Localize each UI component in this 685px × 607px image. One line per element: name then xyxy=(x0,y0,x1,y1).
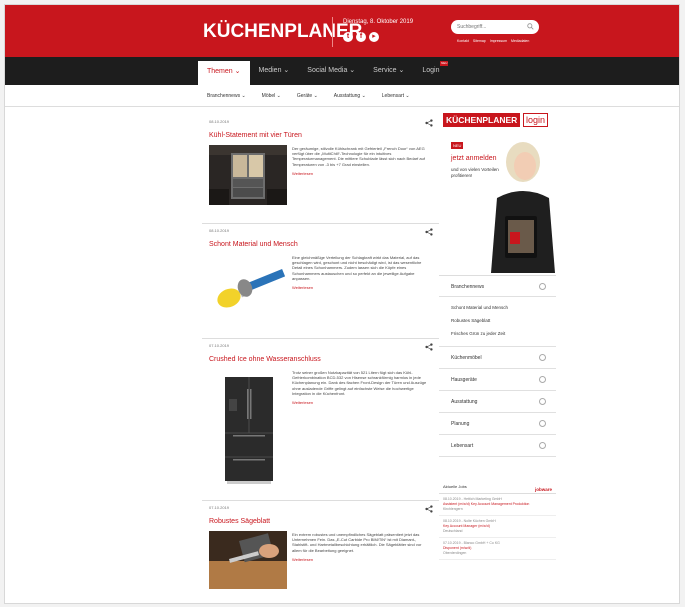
article-date: 07.10.2019 xyxy=(209,505,230,510)
article-date: 07.10.2019 xyxy=(209,343,230,348)
job-item[interactable]: 08.10.2019 - Hettich Marketing GmbH Assi… xyxy=(439,494,556,516)
article-card: 08.10.2019 Kühl-Statement mit vier Türen… xyxy=(202,115,439,224)
saw-blade-image[interactable] xyxy=(209,531,287,589)
jobware-logo[interactable]: jobware xyxy=(535,483,552,497)
subnav-item-ausstattung[interactable]: Ausstattung ⌄ xyxy=(326,85,374,107)
category-hausgeraete[interactable]: Hausgeräte xyxy=(439,369,556,391)
search-input[interactable] xyxy=(451,20,539,34)
article-list: 08.10.2019 Kühl-Statement mit vier Türen… xyxy=(202,115,439,603)
article-card: 07.10.2019 Crushed Ice ohne Wasseranschl… xyxy=(202,339,439,501)
article-title[interactable]: Schont Material und Mensch xyxy=(209,241,298,248)
mallet-image[interactable] xyxy=(209,254,287,314)
page-frame: KÜCHENPLANER Dienstag, 8. Oktober 2019 t… xyxy=(4,4,680,604)
header-links: Kontakt Sitemap Impressum Mediadaten xyxy=(457,39,529,43)
article-card: 08.10.2019 Schont Material und Mensch Ei… xyxy=(202,224,439,339)
header-link-kontakt[interactable]: Kontakt xyxy=(457,39,469,43)
nav-item-medien[interactable]: Medien ⌄ xyxy=(250,57,299,85)
promo-subline: und von vielen Vorteilen profitieren! xyxy=(451,167,499,178)
subnav-item-branchennews[interactable]: Branchennews ⌄ xyxy=(199,85,254,107)
job-item[interactable]: 07.10.2019 - Blanco GmbH + Co KG Dispone… xyxy=(439,538,556,560)
nav-item-login[interactable]: Login NEU xyxy=(413,57,449,85)
site-header: KÜCHENPLANER Dienstag, 8. Oktober 2019 t… xyxy=(5,5,679,57)
article-title[interactable]: Crushed Ice ohne Wasseranschluss xyxy=(209,356,321,363)
nav-item-social-media[interactable]: Social Media ⌄ xyxy=(298,57,364,85)
jobs-widget: Aktuelle Jobs jobware 08.10.2019 - Hetti… xyxy=(439,480,556,560)
expand-icon[interactable] xyxy=(539,398,546,405)
twitter-icon[interactable]: t xyxy=(343,32,353,42)
share-icon[interactable] xyxy=(425,343,433,351)
category-lebensart[interactable]: Lebensart xyxy=(439,435,556,457)
expand-icon[interactable] xyxy=(539,420,546,427)
nav-item-themen[interactable]: Themen ⌄ xyxy=(198,61,250,85)
promo-logo: KÜCHENPLANER xyxy=(443,113,521,127)
subcategory-link[interactable]: Schont Material und Mensch xyxy=(439,301,556,314)
category-kuechenmoebel[interactable]: Küchenmöbel xyxy=(439,347,556,369)
article-teaser: Der geräumige, stilvolle Kühlschrank mit… xyxy=(292,146,432,176)
article-title[interactable]: Robustes Sägeblatt xyxy=(209,518,270,525)
subcategory-link[interactable]: Robustes Sägeblatt xyxy=(439,314,556,327)
subnav-item-geraete[interactable]: Geräte ⌄ xyxy=(289,85,326,107)
share-icon[interactable] xyxy=(425,119,433,127)
header-date: Dienstag, 8. Oktober 2019 xyxy=(343,19,414,25)
expand-icon[interactable] xyxy=(539,283,546,290)
expand-icon[interactable] xyxy=(539,354,546,361)
search-icon[interactable] xyxy=(527,23,534,30)
expand-icon[interactable] xyxy=(539,442,546,449)
facebook-icon[interactable]: f xyxy=(356,32,366,42)
promo-new-badge: NEU xyxy=(451,142,464,149)
article-teaser: Eine gleichmäßige Verteilung der Schlagk… xyxy=(292,255,432,290)
jobs-header: Aktuelle Jobs jobware xyxy=(439,480,556,494)
header-link-impressum[interactable]: Impressum xyxy=(490,39,507,43)
promo-login-label: login xyxy=(523,113,549,127)
subnav-item-moebel[interactable]: Möbel ⌄ xyxy=(254,85,289,107)
black-fridge-image[interactable] xyxy=(209,369,287,487)
article-date: 08.10.2019 xyxy=(209,228,230,233)
read-more-link[interactable]: Weiterlesen xyxy=(292,400,432,405)
article-teaser: Ein extrem robustes und unempfindliches … xyxy=(292,532,432,562)
read-more-link[interactable]: Weiterlesen xyxy=(292,557,432,562)
subcategory-link[interactable]: Frisches Grün zu jeder Zeit xyxy=(439,327,556,340)
header-link-sitemap[interactable]: Sitemap xyxy=(473,39,486,43)
article-title[interactable]: Kühl-Statement mit vier Türen xyxy=(209,132,302,139)
share-icon[interactable] xyxy=(425,228,433,236)
header-divider xyxy=(332,17,333,47)
job-item[interactable]: 08.10.2019 - Nolte Küchen GmbH Key Accou… xyxy=(439,516,556,538)
promo-headline: jetzt anmelden xyxy=(451,155,497,162)
subnav-item-lebensart[interactable]: Lebensart ⌄ xyxy=(374,85,418,107)
expand-icon[interactable] xyxy=(539,376,546,383)
sub-nav: Branchennews ⌄ Möbel ⌄ Geräte ⌄ Ausstatt… xyxy=(5,85,679,107)
read-more-link[interactable]: Weiterlesen xyxy=(292,171,432,176)
site-logo[interactable]: KÜCHENPLANER xyxy=(203,21,362,43)
article-date: 08.10.2019 xyxy=(209,119,230,124)
category-planung[interactable]: Planung xyxy=(439,413,556,435)
article-teaser: Trotz seiner großen Nutzkapazität von 52… xyxy=(292,370,432,405)
article-card: 07.10.2019 Robustes Sägeblatt Ein extrem… xyxy=(202,501,439,603)
read-more-link[interactable]: Weiterlesen xyxy=(292,285,432,290)
category-branchennews[interactable]: Branchennews xyxy=(439,275,556,297)
social-links: t f ▸ xyxy=(343,32,379,42)
promo-woman-tablet-image xyxy=(491,142,555,273)
youtube-icon[interactable]: ▸ xyxy=(369,32,379,42)
header-link-mediadaten[interactable]: Mediadaten xyxy=(511,39,529,43)
fridge-kitchen-image[interactable] xyxy=(209,145,287,205)
share-icon[interactable] xyxy=(425,505,433,513)
category-sidebar: Branchennews Schont Material und Mensch … xyxy=(439,275,556,457)
main-nav: Themen ⌄ Medien ⌄ Social Media ⌄ Service… xyxy=(5,57,679,85)
login-promo-banner[interactable]: KÜCHENPLANER login NEU jetzt anmelden un… xyxy=(439,110,556,273)
new-badge: NEU xyxy=(440,61,449,66)
nav-item-service[interactable]: Service ⌄ xyxy=(364,57,413,85)
category-ausstattung[interactable]: Ausstattung xyxy=(439,391,556,413)
